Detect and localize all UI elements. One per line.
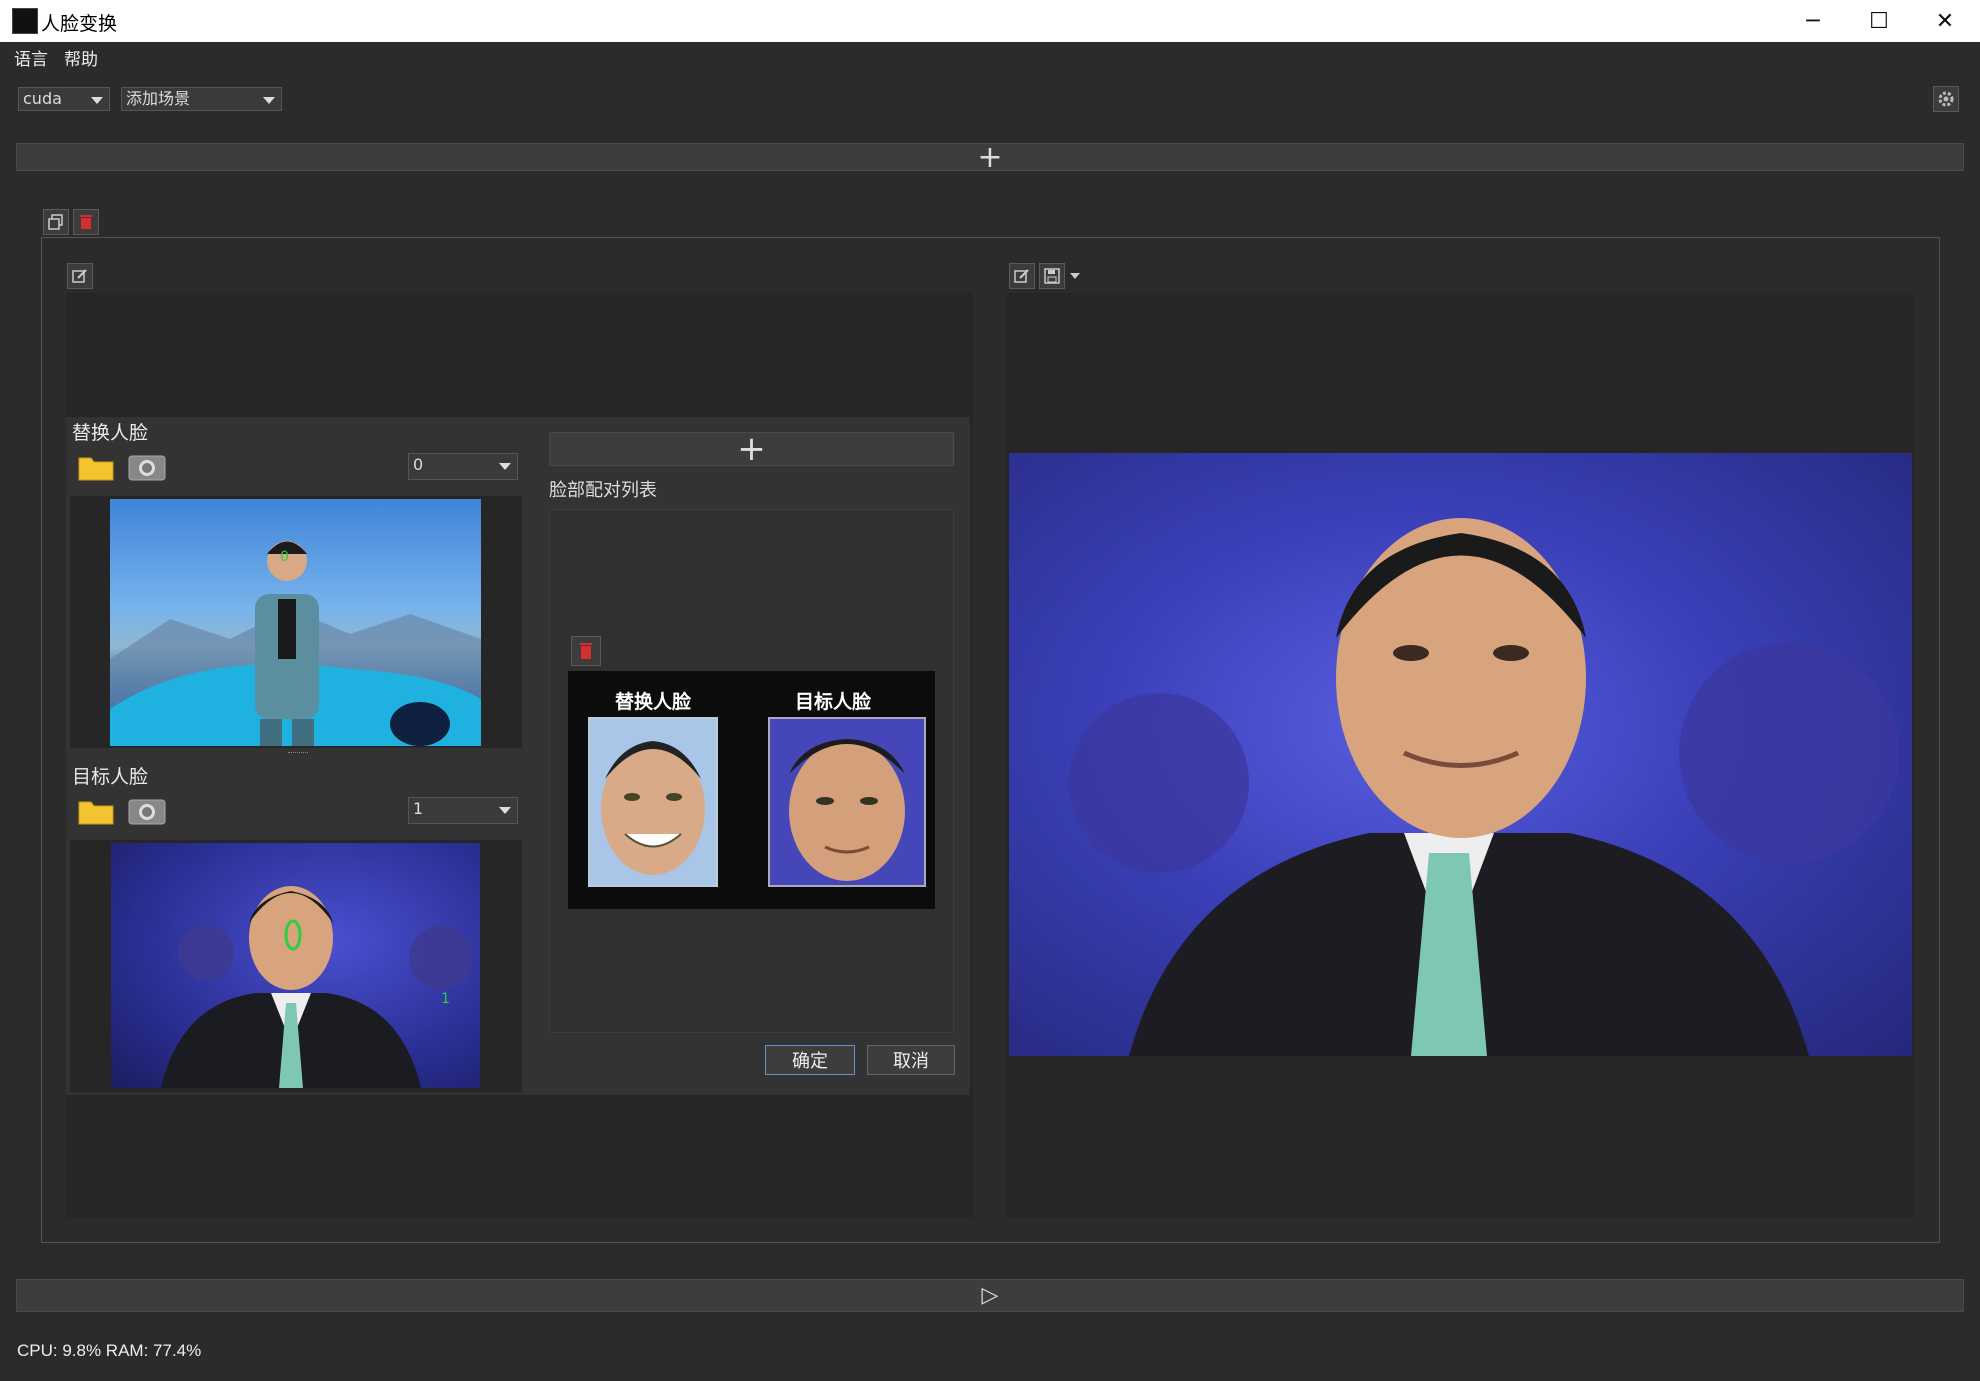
edit-right-button[interactable]	[1009, 263, 1035, 289]
chevron-down-icon	[499, 807, 511, 814]
pair-replace-face-image	[590, 719, 716, 885]
add-pair-button[interactable]: +	[549, 429, 954, 469]
status-text: CPU: 9.8% RAM: 77.4%	[17, 1341, 202, 1360]
maximize-button[interactable]: ☐	[1846, 0, 1912, 42]
replace-face-index-value: 0	[413, 455, 424, 474]
edit-icon	[1014, 269, 1029, 283]
cancel-button[interactable]: 取消	[867, 1045, 955, 1075]
menu-language[interactable]: 语言	[14, 45, 48, 70]
run-button[interactable]: ▷	[16, 1279, 1964, 1312]
target-camera-button[interactable]	[128, 796, 166, 830]
target-photo-scene: 1	[161, 886, 473, 1088]
menu-bar: 语言 帮助	[0, 42, 1980, 72]
chevron-down-icon	[1070, 273, 1080, 279]
pair-replace-label: 替换人脸	[615, 691, 692, 713]
close-button[interactable]: ✕	[1912, 0, 1978, 42]
device-select[interactable]: cuda	[18, 87, 110, 111]
trash-icon	[580, 643, 592, 659]
app-logo-icon	[12, 8, 38, 34]
copy-icon	[48, 214, 63, 230]
target-secondary-marker: 1	[441, 991, 450, 1007]
edit-icon	[72, 269, 87, 283]
window-title: 人脸变换	[41, 14, 118, 35]
scene-select[interactable]: 添加场景	[121, 87, 282, 111]
replace-face-index-select[interactable]: 0	[408, 453, 518, 480]
folder-icon	[78, 801, 114, 825]
target-face-index-value: 1	[413, 799, 424, 818]
folder-icon	[78, 457, 114, 481]
replace-face-image: 0	[110, 499, 481, 746]
replace-camera-button[interactable]	[128, 452, 166, 486]
edit-left-button[interactable]	[67, 263, 93, 289]
title-bar: 人脸变换 ─ ☐ ✕	[0, 0, 1980, 42]
scene-select-value: 添加场景	[126, 89, 191, 108]
replace-folder-button[interactable]	[77, 452, 114, 482]
pair-card[interactable]: 替换人脸 目标人脸	[568, 671, 935, 909]
menu-help[interactable]: 帮助	[64, 45, 98, 70]
delete-pair-button[interactable]	[571, 636, 601, 666]
chevron-down-icon	[91, 97, 103, 104]
replace-face-label: 替换人脸	[72, 422, 149, 444]
trash-icon	[80, 215, 92, 229]
camera-icon	[128, 455, 166, 481]
target-face-label: 目标人脸	[72, 766, 149, 788]
gear-icon	[1938, 91, 1954, 107]
minimize-button[interactable]: ─	[1780, 0, 1846, 42]
save-icon	[1044, 268, 1060, 284]
preview-photo-scene	[1069, 518, 1899, 1056]
chevron-down-icon	[263, 97, 275, 104]
device-select-value: cuda	[23, 89, 62, 108]
target-folder-button[interactable]	[77, 796, 115, 830]
target-face-image: 1	[111, 843, 480, 1088]
add-scene-bar[interactable]: +	[16, 140, 1964, 175]
replace-photo-scene: 0	[110, 541, 481, 746]
pair-target-label: 目标人脸	[795, 691, 872, 713]
delete-scene-button[interactable]	[73, 209, 99, 235]
target-face-index-select[interactable]: 1	[408, 797, 518, 824]
preview-image	[1009, 453, 1912, 1056]
confirm-button[interactable]: 确定	[765, 1045, 855, 1075]
save-button[interactable]	[1039, 263, 1065, 289]
save-options-dropdown[interactable]	[1067, 263, 1083, 289]
pair-target-face	[768, 717, 926, 887]
copy-scene-button[interactable]	[43, 209, 69, 235]
chevron-down-icon	[499, 463, 511, 470]
source-face-marker: 0	[280, 549, 289, 565]
pair-target-face-image	[770, 719, 924, 885]
settings-button[interactable]	[1933, 86, 1959, 112]
camera-icon	[128, 799, 166, 825]
splitter-handle[interactable]	[288, 752, 308, 755]
pair-replace-face	[588, 717, 718, 887]
pair-list-label: 脸部配对列表	[549, 480, 657, 501]
